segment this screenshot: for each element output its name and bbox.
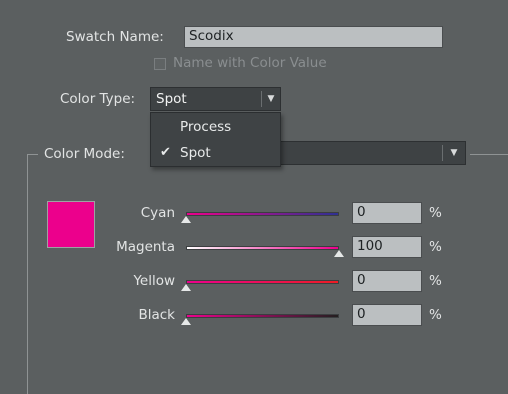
select-separator: [261, 91, 262, 107]
chevron-down-icon: ▼: [267, 94, 275, 104]
cyan-slider[interactable]: [186, 212, 339, 216]
menu-item-spot[interactable]: ✔ Spot: [151, 140, 280, 166]
magenta-label: Magenta: [116, 239, 175, 255]
menu-item-spot-label: Spot: [180, 145, 211, 161]
cyan-label: Cyan: [140, 205, 175, 221]
black-percent-label: %: [429, 307, 442, 323]
cyan-slider-thumb[interactable]: [181, 216, 191, 223]
group-frame-left: [27, 154, 28, 394]
color-type-label: Color Type:: [60, 91, 136, 107]
black-value-input[interactable]: 0: [352, 304, 422, 326]
menu-item-process[interactable]: Process: [151, 114, 280, 140]
yellow-slider[interactable]: [186, 280, 339, 284]
color-swatch-preview: [47, 201, 95, 248]
color-mode-label: Color Mode:: [44, 146, 125, 162]
yellow-percent-label: %: [429, 273, 442, 289]
name-with-color-value-label: Name with Color Value: [173, 55, 327, 71]
color-type-select[interactable]: Spot ▼: [150, 87, 281, 111]
swatch-name-input[interactable]: Scodix: [184, 26, 443, 48]
yellow-value-input[interactable]: 0: [352, 270, 422, 292]
group-frame-top-left: [27, 154, 38, 155]
black-slider-thumb[interactable]: [181, 318, 191, 325]
menu-item-process-label: Process: [180, 119, 232, 135]
name-with-color-value-checkbox[interactable]: [154, 58, 166, 70]
magenta-value-input[interactable]: 100: [352, 236, 422, 258]
magenta-slider-thumb[interactable]: [334, 250, 344, 257]
cyan-percent-label: %: [429, 205, 442, 221]
magenta-slider[interactable]: [186, 246, 339, 250]
yellow-label: Yellow: [133, 273, 175, 289]
group-frame-top-right: [470, 154, 508, 155]
select-separator: [442, 145, 443, 161]
color-type-menu: Process ✔ Spot: [150, 112, 281, 167]
chevron-down-icon: ▼: [450, 148, 458, 158]
swatch-name-label: Swatch Name:: [66, 29, 164, 45]
magenta-percent-label: %: [429, 239, 442, 255]
cyan-value-input[interactable]: 0: [352, 202, 422, 224]
yellow-slider-thumb[interactable]: [181, 284, 191, 291]
black-label: Black: [138, 307, 175, 323]
black-slider[interactable]: [186, 314, 339, 318]
color-type-selected-value: Spot: [156, 91, 187, 107]
checkmark-icon: ✔: [160, 145, 171, 160]
